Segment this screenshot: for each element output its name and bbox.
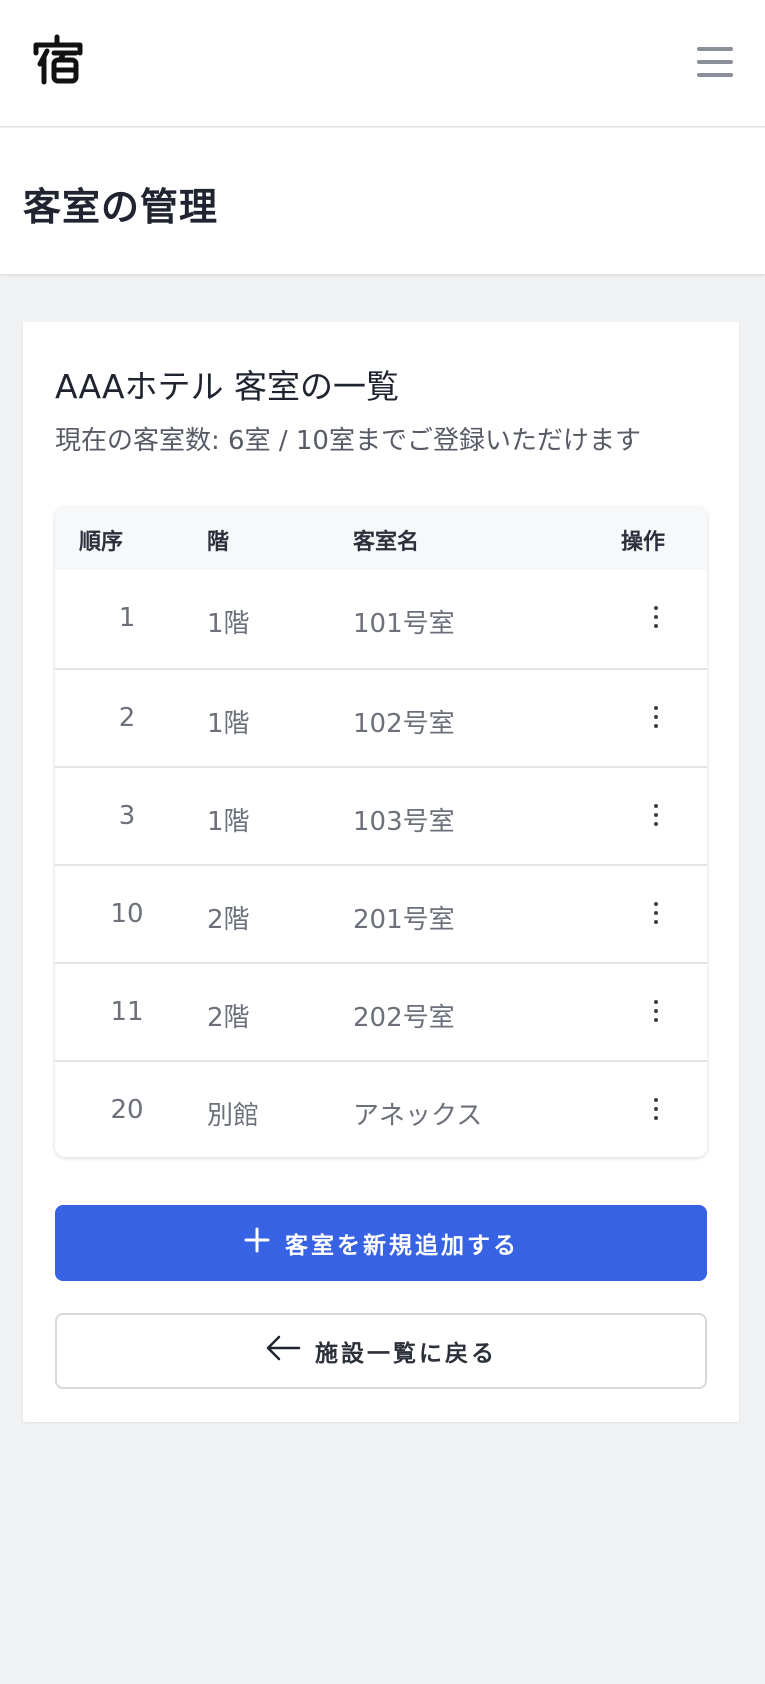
- room-floor: 1階: [207, 709, 250, 739]
- table-header: 順序 階 客室名 操作: [55, 507, 707, 570]
- back-to-facilities-button[interactable]: 施設一覧に戻る: [55, 1313, 707, 1389]
- room-order: 1: [118, 603, 136, 633]
- add-room-button[interactable]: 客室を新規追加する: [55, 1205, 707, 1281]
- row-actions-menu-icon[interactable]: [643, 1092, 669, 1132]
- room-count-text: 現在の客室数: 6室 / 10室までご登録いただけます: [55, 426, 641, 456]
- room-name: 102号室: [353, 709, 455, 739]
- table-row: 3 1階 103号室: [55, 766, 707, 864]
- menu-bar: [697, 47, 733, 51]
- room-order: 10: [110, 899, 144, 929]
- menu-bar: [697, 60, 733, 64]
- room-order: 20: [110, 1095, 144, 1125]
- rooms-table: 順序 階 客室名 操作 1 1階 101号室 2 1階 102号室 3 1階 1…: [55, 507, 707, 1157]
- menu-bar: [697, 73, 733, 77]
- inn-logo-icon: [33, 34, 83, 85]
- card-title: AAAホテル 客室の一覧: [55, 367, 400, 406]
- column-header-actions: 操作: [621, 530, 666, 555]
- room-name: 103号室: [353, 807, 455, 837]
- back-label: 施設一覧に戻る: [315, 1341, 497, 1367]
- room-name: 201号室: [353, 905, 455, 935]
- page-header: 客室の管理: [0, 128, 765, 274]
- table-row: 1 1階 101号室: [55, 570, 707, 668]
- row-actions-menu-icon[interactable]: [643, 994, 669, 1034]
- hamburger-menu-button[interactable]: [694, 44, 736, 80]
- room-floor: 別館: [207, 1101, 260, 1131]
- room-floor: 2階: [207, 905, 250, 935]
- room-floor: 1階: [207, 609, 250, 639]
- page-title: 客室の管理: [23, 185, 219, 229]
- room-order: 2: [118, 703, 136, 733]
- room-name: 202号室: [353, 1003, 455, 1033]
- logo[interactable]: [30, 32, 86, 88]
- top-bar: [0, 0, 765, 127]
- row-actions-menu-icon[interactable]: [643, 798, 669, 838]
- column-header-floor: 階: [207, 530, 230, 555]
- plus-icon: [243, 1226, 271, 1260]
- row-actions-menu-icon[interactable]: [643, 700, 669, 740]
- rooms-card: AAAホテル 客室の一覧 現在の客室数: 6室 / 10室までご登録いただけます…: [23, 322, 739, 1422]
- row-actions-menu-icon[interactable]: [643, 896, 669, 936]
- room-floor: 2階: [207, 1003, 250, 1033]
- table-row: 10 2階 201号室: [55, 864, 707, 962]
- room-name: 101号室: [353, 609, 455, 639]
- table-row: 20 別館 アネックス: [55, 1060, 707, 1157]
- room-order: 11: [110, 997, 144, 1027]
- table-row: 2 1階 102号室: [55, 668, 707, 766]
- column-header-order: 順序: [79, 530, 124, 555]
- room-name: アネックス: [353, 1101, 483, 1131]
- column-header-room-name: 客室名: [353, 530, 420, 555]
- add-room-label: 客室を新規追加する: [285, 1233, 519, 1259]
- room-floor: 1階: [207, 807, 250, 837]
- arrow-left-icon: [265, 1334, 301, 1368]
- room-order: 3: [118, 801, 136, 831]
- row-actions-menu-icon[interactable]: [643, 600, 669, 640]
- table-row: 11 2階 202号室: [55, 962, 707, 1060]
